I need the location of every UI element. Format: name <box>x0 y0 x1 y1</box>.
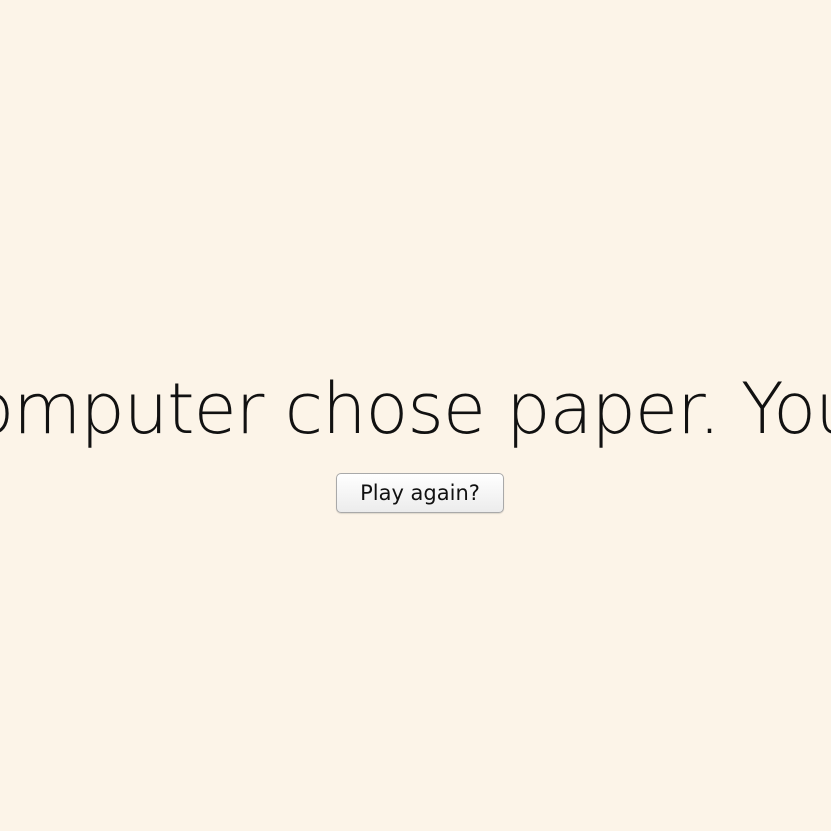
result-message: The computer chose paper. You lose! <box>0 368 831 450</box>
play-again-button[interactable]: Play again? <box>336 473 504 513</box>
result-message-container: The computer chose paper. You lose! <box>0 364 831 454</box>
